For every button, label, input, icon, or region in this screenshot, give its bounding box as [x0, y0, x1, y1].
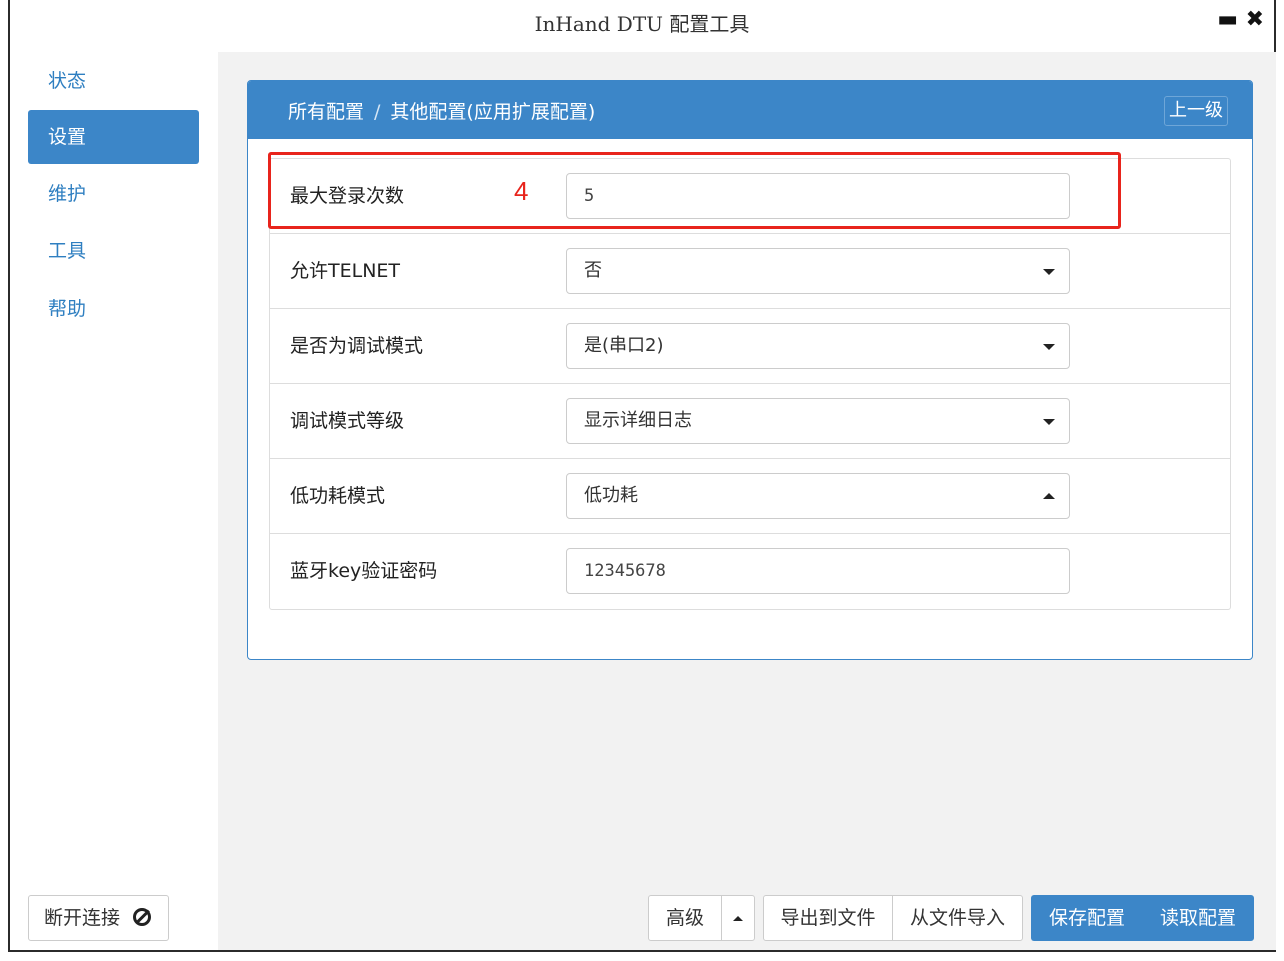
max-login-label: 最大登录次数: [290, 185, 405, 207]
export-button[interactable]: 导出到文件: [763, 895, 893, 941]
sidebar: 状态 设置 维护 工具 帮助 断开连接: [10, 46, 218, 950]
form-row-telnet: 允许TELNET 否: [270, 234, 1230, 309]
breadcrumb-all-config[interactable]: 所有配置: [288, 101, 364, 123]
breadcrumb: 所有配置 / 其他配置(应用扩展配置): [288, 97, 595, 124]
debug-level-label: 调试模式等级: [290, 410, 405, 432]
chevron-up-icon: [1043, 493, 1055, 499]
low-power-select-value: 低功耗: [584, 485, 638, 506]
disconnect-button[interactable]: 断开连接: [28, 895, 169, 941]
telnet-select[interactable]: 否: [566, 248, 1070, 294]
config-form: 最大登录次数 5 允许TELNET 否 是否为调试模式 是(串口2) 调试模式等…: [269, 158, 1231, 610]
sidebar-item-maintenance[interactable]: 维护: [28, 167, 199, 221]
minimize-icon[interactable]: ▬: [1217, 9, 1238, 31]
sidebar-item-help[interactable]: 帮助: [28, 282, 199, 336]
chevron-up-icon: [733, 916, 743, 921]
footer-toolbar: 高级 导出到文件 从文件导入 保存配置 读取配置: [218, 895, 1276, 941]
chevron-down-icon: [1043, 419, 1055, 425]
app-window: InHand DTU 配置工具 ▬ ✖ 状态 设置 维护 工具 帮助 断开连接 …: [8, 0, 1276, 952]
bt-password-label: 蓝牙key验证密码: [290, 560, 438, 582]
low-power-select[interactable]: 低功耗: [566, 473, 1070, 519]
up-level-button[interactable]: 上一级: [1164, 96, 1228, 126]
disconnect-label: 断开连接: [44, 907, 121, 929]
form-row-bt-password: 蓝牙key验证密码 12345678: [270, 534, 1230, 609]
save-config-button[interactable]: 保存配置: [1031, 895, 1143, 941]
debug-level-select[interactable]: 显示详细日志: [566, 398, 1070, 444]
low-power-label: 低功耗模式: [290, 485, 386, 507]
debug-mode-select-value: 是(串口2): [584, 335, 664, 356]
sidebar-item-status[interactable]: 状态: [28, 54, 199, 108]
max-login-input[interactable]: 5: [566, 173, 1070, 219]
form-row-debug-level: 调试模式等级 显示详细日志: [270, 384, 1230, 459]
read-config-button[interactable]: 读取配置: [1142, 895, 1254, 941]
sidebar-item-tools[interactable]: 工具: [28, 224, 199, 278]
sidebar-item-settings[interactable]: 设置: [28, 110, 199, 164]
form-row-max-login: 最大登录次数 5: [270, 159, 1230, 234]
config-panel: 所有配置 / 其他配置(应用扩展配置) 上一级 最大登录次数 5 允许TELNET …: [247, 80, 1253, 660]
breadcrumb-separator: /: [374, 101, 381, 123]
breadcrumb-other-config: 其他配置(应用扩展配置): [390, 101, 596, 123]
form-row-debug-mode: 是否为调试模式 是(串口2): [270, 309, 1230, 384]
panel-header: 所有配置 / 其他配置(应用扩展配置) 上一级: [248, 81, 1252, 139]
chevron-down-icon: [1043, 344, 1055, 350]
ban-icon: [133, 908, 151, 926]
annotation-number: 4: [514, 176, 529, 206]
title-bar: InHand DTU 配置工具 ▬ ✖: [10, 0, 1274, 46]
debug-mode-select[interactable]: 是(串口2): [566, 323, 1070, 369]
debug-mode-label: 是否为调试模式: [290, 335, 424, 357]
debug-level-select-value: 显示详细日志: [584, 410, 692, 431]
bt-password-input[interactable]: 12345678: [566, 548, 1070, 594]
chevron-down-icon: [1043, 269, 1055, 275]
window-title: InHand DTU 配置工具: [534, 12, 750, 36]
close-icon[interactable]: ✖: [1246, 9, 1264, 31]
advanced-toggle-button[interactable]: [721, 895, 755, 941]
main-content: 所有配置 / 其他配置(应用扩展配置) 上一级 最大登录次数 5 允许TELNET …: [218, 52, 1276, 950]
import-button[interactable]: 从文件导入: [892, 895, 1023, 941]
form-row-low-power: 低功耗模式 低功耗: [270, 459, 1230, 534]
telnet-select-value: 否: [584, 260, 602, 281]
advanced-button[interactable]: 高级: [648, 895, 722, 941]
telnet-label: 允许TELNET: [290, 260, 401, 282]
